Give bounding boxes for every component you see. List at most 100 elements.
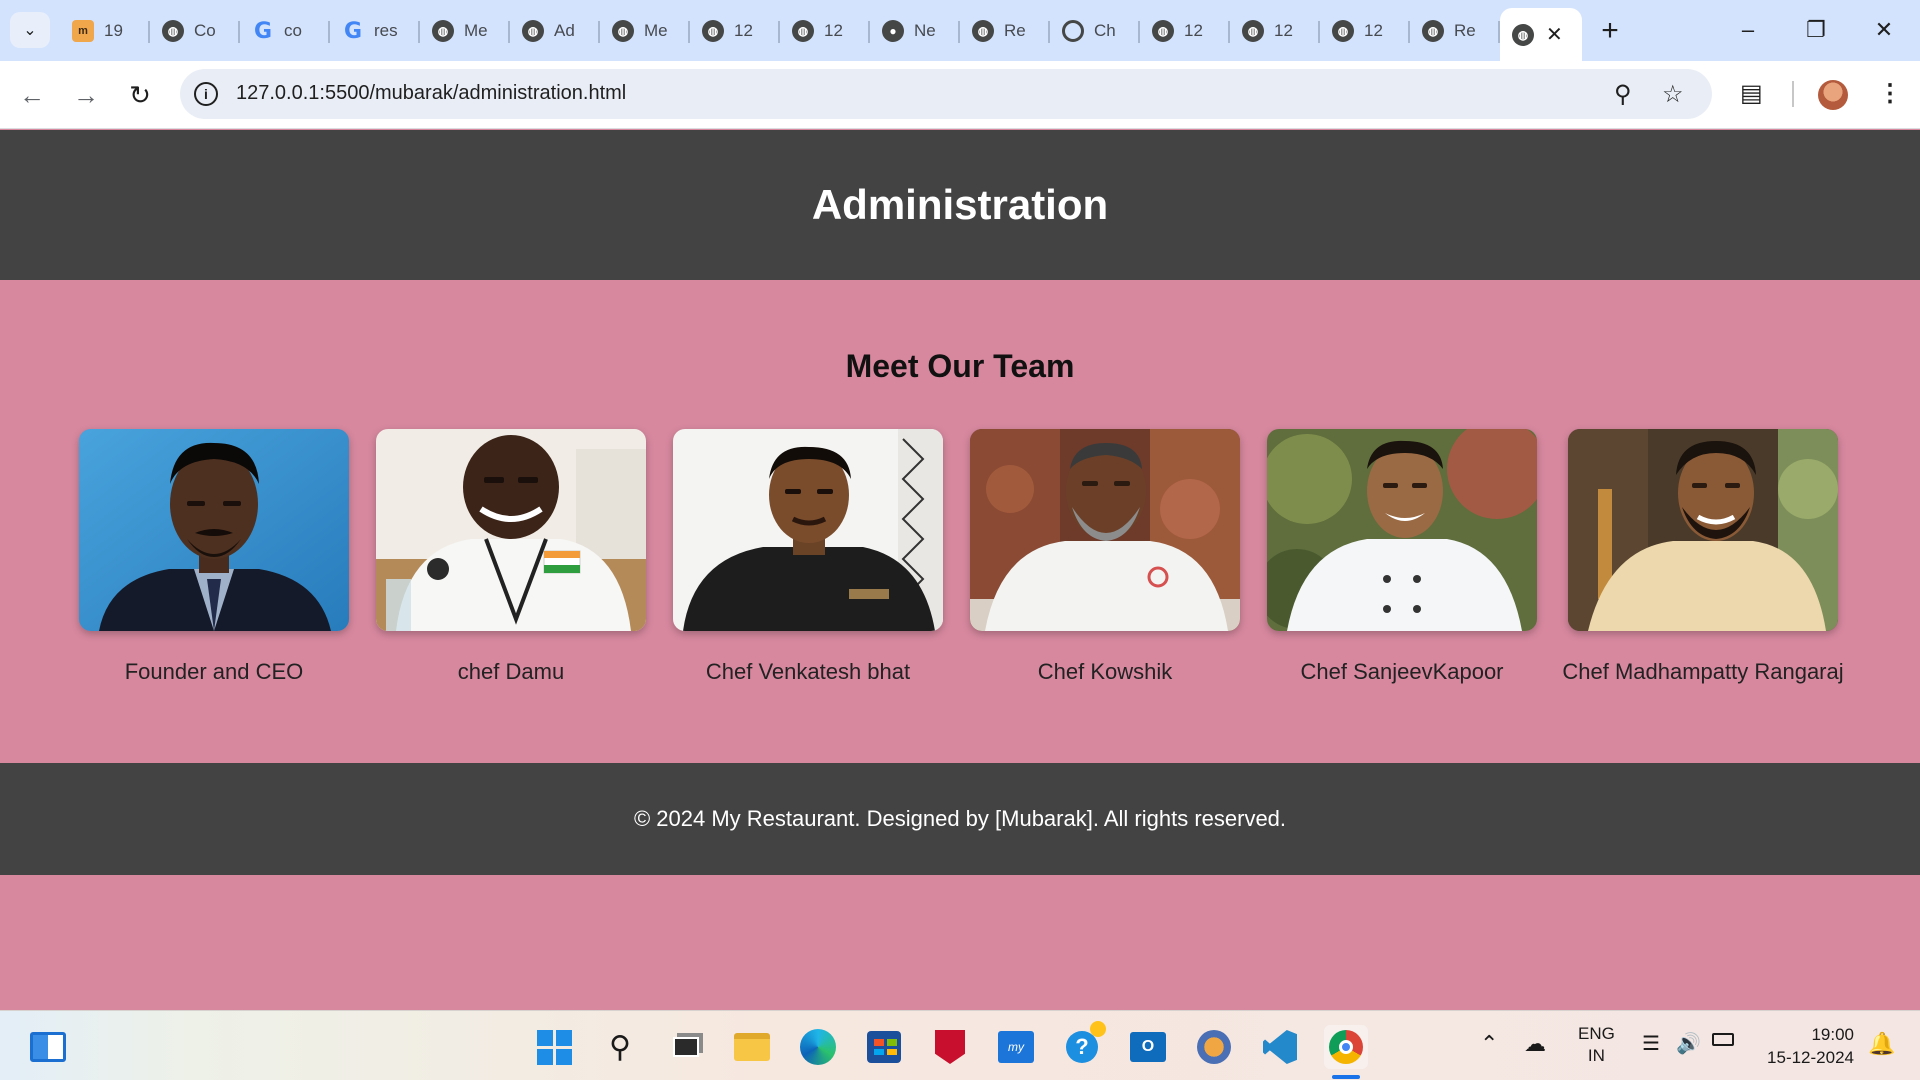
tab-title: Co: [194, 21, 216, 40]
tab-title: co: [284, 21, 302, 40]
browser-tab[interactable]: ◍ Co: [150, 8, 240, 54]
tab-title: 12: [1274, 21, 1293, 40]
globe-icon: ◍: [612, 20, 634, 42]
site-footer: © 2024 My Restaurant. Designed by [Mubar…: [0, 763, 1920, 875]
google-icon: G: [343, 18, 363, 44]
team-member-photo: [376, 429, 646, 631]
tab-title: 19: [104, 21, 123, 40]
battery-icon[interactable]: [1712, 1033, 1734, 1046]
globe-icon: ◍: [792, 20, 814, 42]
tab-title: res: [374, 21, 398, 40]
browser-tab[interactable]: ◍ 12: [1140, 8, 1230, 54]
team-member-photo: [1267, 429, 1537, 631]
browser-tab[interactable]: Ch: [1050, 8, 1140, 54]
new-tab-button[interactable]: +: [1582, 8, 1638, 54]
edge-browser-icon[interactable]: [796, 1025, 840, 1069]
forward-button[interactable]: →: [68, 77, 104, 113]
chef-madhampatty-rangaraj-image: [1568, 429, 1838, 631]
team-member-card: Chef SanjeevKapoor: [1267, 429, 1537, 684]
team-member-photo: [1568, 429, 1838, 631]
region-code: IN: [1587, 1046, 1605, 1065]
wifi-icon[interactable]: ☰: [1642, 1031, 1660, 1056]
tab-title: 12: [734, 21, 753, 40]
widgets-icon: [30, 1032, 66, 1062]
menu-kebab-icon[interactable]: ⋮: [1878, 79, 1902, 108]
start-button[interactable]: [532, 1025, 576, 1069]
widgets-button[interactable]: [26, 1025, 70, 1069]
active-browser-tab[interactable]: ◍ ✕: [1500, 8, 1582, 61]
tab-title: 12: [824, 21, 843, 40]
window-controls: – ❐ ✕: [1714, 0, 1918, 60]
close-tab-icon[interactable]: ✕: [1546, 22, 1563, 47]
globe-icon: ◍: [972, 20, 994, 42]
tab-title: Re: [1454, 21, 1476, 40]
browser-tab[interactable]: ◍ Re: [960, 8, 1050, 54]
task-view-icon[interactable]: [664, 1025, 708, 1069]
browser-tab[interactable]: ◍ 12: [690, 8, 780, 54]
help-icon[interactable]: ?: [1060, 1021, 1106, 1069]
file-explorer-icon[interactable]: [730, 1025, 774, 1069]
myhp-icon[interactable]: my: [994, 1025, 1038, 1069]
restore-button[interactable]: ❐: [1782, 0, 1850, 60]
page-title: Administration: [811, 181, 1109, 228]
microsoft-store-icon[interactable]: [862, 1025, 906, 1069]
vscode-icon[interactable]: [1258, 1025, 1302, 1069]
google-icon: G: [253, 18, 273, 44]
bookmark-star-icon[interactable]: ☆: [1662, 80, 1684, 109]
browser-tab[interactable]: ◍ Me: [600, 8, 690, 54]
browser-tab[interactable]: ◍ Ad: [510, 8, 600, 54]
minimize-button[interactable]: –: [1714, 0, 1782, 60]
volume-icon[interactable]: 🔊: [1676, 1031, 1701, 1056]
globe-icon: ◍: [162, 20, 184, 42]
language-indicator[interactable]: ENG IN: [1578, 1023, 1615, 1067]
extensions-icon[interactable]: ▤: [1740, 79, 1763, 108]
zoom-icon[interactable]: ⚲: [1614, 80, 1632, 109]
browser-tab[interactable]: ◍ Re: [1410, 8, 1500, 54]
browser-tab[interactable]: Gco: [240, 8, 330, 54]
team-member-caption: Chef Kowshik: [1037, 659, 1173, 684]
team-member-caption: Chef Madhampatty Rangaraj: [1562, 659, 1844, 684]
show-hidden-icons-chevron[interactable]: ⌃: [1480, 1031, 1498, 1057]
tab-search-button[interactable]: ⌄: [10, 12, 50, 48]
chef-damu-image: [376, 429, 646, 631]
team-member-card: chef Damu: [376, 429, 646, 684]
chatgpt-icon: [1062, 20, 1084, 42]
address-url[interactable]: 127.0.0.1:5500/mubarak/administration.ht…: [236, 82, 626, 105]
browser-tab[interactable]: ◍ 12: [780, 8, 870, 54]
outlook-icon[interactable]: O: [1126, 1025, 1170, 1069]
team-member-card: Chef Venkatesh bhat: [673, 429, 943, 684]
profile-avatar[interactable]: [1818, 80, 1848, 110]
search-icon[interactable]: ⚲: [598, 1025, 642, 1069]
founder-portrait-image: [79, 429, 349, 631]
site-info-icon[interactable]: i: [194, 82, 218, 106]
browser-tab[interactable]: m 19: [60, 8, 150, 54]
browser-tab[interactable]: ● Ne: [870, 8, 960, 54]
globe-icon: ◍: [1332, 20, 1354, 42]
chrome-icon[interactable]: [1324, 1025, 1368, 1069]
team-member-caption: Chef Venkatesh bhat: [705, 659, 911, 684]
browser-tab[interactable]: ◍ 12: [1320, 8, 1410, 54]
address-bar[interactable]: i 127.0.0.1:5500/mubarak/administration.…: [180, 69, 1712, 119]
site-header: Administration: [0, 130, 1920, 280]
m-icon: m: [72, 20, 94, 42]
toolbar-divider: [1792, 81, 1794, 107]
team-member-photo: [970, 429, 1240, 631]
browser-tab[interactable]: Gres: [330, 8, 420, 54]
back-button[interactable]: ←: [14, 77, 50, 113]
browser-tab[interactable]: ◍ 12: [1230, 8, 1320, 54]
chef-sanjeev-kapoor-image: [1267, 429, 1537, 631]
clock[interactable]: 19:00 15-12-2024: [1762, 1023, 1854, 1069]
tab-title: Ch: [1094, 21, 1116, 40]
team-member-card: Founder and CEO: [79, 429, 349, 684]
clock-time: 19:00: [1811, 1025, 1854, 1044]
onedrive-cloud-icon[interactable]: ☁: [1524, 1031, 1546, 1057]
reload-button[interactable]: ↻: [122, 77, 158, 113]
mcafee-icon[interactable]: [928, 1025, 972, 1069]
globe-icon: ◍: [1422, 20, 1444, 42]
browser-tab[interactable]: ◍ Me: [420, 8, 510, 54]
app-icon[interactable]: [1192, 1025, 1236, 1069]
chevron-down-icon: ⌄: [23, 22, 37, 39]
close-window-button[interactable]: ✕: [1850, 0, 1918, 60]
browser-tabstrip: ⌄ m 19 ◍ Co Gco Gres ◍ Me ◍ Ad ◍ Me ◍ 12 ◍ 12 ● Ne ◍ Re Ch ◍ 1…: [0, 0, 1920, 61]
notification-bell-icon[interactable]: 🔔: [1868, 1031, 1895, 1057]
